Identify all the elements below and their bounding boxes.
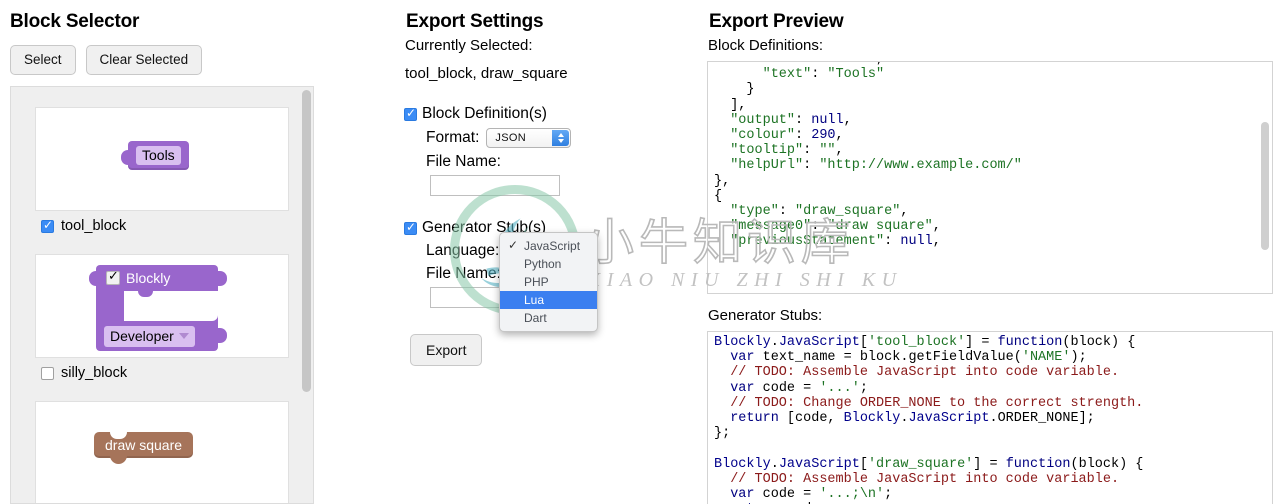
definitions-file-name-row: File Name: [404, 148, 700, 171]
block-list[interactable]: Tools tool_block [10, 86, 314, 504]
generator-stubs-code-panel[interactable]: Blockly.JavaScript['tool_block'] = funct… [707, 331, 1273, 504]
language-option-label: Python [524, 257, 562, 271]
blockly-block-draw-square[interactable]: draw square [94, 432, 194, 464]
language-option-label: PHP [524, 275, 549, 289]
block-definitions-label: Block Definition(s) [422, 105, 547, 122]
block-label-draw-square: draw square [105, 437, 183, 453]
block-row-bottom: Developer [96, 321, 227, 351]
block-field-text: Tools [136, 146, 181, 165]
language-label: Language: [426, 242, 500, 259]
language-option-label: JavaScript [524, 239, 581, 253]
block-definitions-code: "name": "NAME", "text": "Tools" } ], "ou… [714, 62, 1022, 250]
format-row: Format: JSON [404, 123, 700, 148]
format-select-value: JSON [495, 132, 526, 144]
block-definitions-row[interactable]: Block Definition(s) [404, 105, 700, 123]
block-selector-title: Block Selector [10, 11, 140, 32]
language-option-python[interactable]: Python [500, 255, 597, 273]
block-name-label: tool_block [61, 218, 127, 234]
block-label-blockly: Blockly [126, 270, 171, 286]
blockly-block-tools[interactable]: Tools [121, 141, 189, 170]
block-preview-draw-square[interactable]: draw square [35, 401, 289, 503]
generator-stubs-code: Blockly.JavaScript['tool_block'] = funct… [714, 335, 1144, 504]
block-body: draw square [94, 432, 194, 464]
definitions-file-name-input[interactable] [430, 175, 560, 196]
block-selector-panel: Block Selector Select Clear Selected Too… [8, 0, 320, 504]
language-option-javascript[interactable]: ✓ JavaScript [500, 237, 597, 255]
block-bottom-bump-icon [110, 455, 127, 464]
list-item[interactable]: Tools tool_block [11, 107, 313, 234]
block-statement-slot [124, 291, 218, 321]
block-definitions-group: Block Definition(s) Format: JSON File Na… [404, 82, 700, 196]
language-dropdown-menu[interactable]: ✓ JavaScript Python PHP Lua Dart [499, 232, 598, 332]
select-button[interactable]: Select [10, 45, 76, 75]
block-name-label: silly_block [61, 365, 128, 381]
block-dropdown-label: Developer [110, 327, 174, 344]
currently-selected-label: Currently Selected: [405, 37, 533, 54]
format-select[interactable]: JSON [486, 128, 572, 148]
clear-selected-button[interactable]: Clear Selected [85, 45, 203, 75]
chevron-down-icon [178, 333, 189, 339]
export-settings-title: Export Settings [406, 11, 544, 32]
block-definitions-preview-label: Block Definitions: [708, 37, 824, 54]
checkbox-silly-block[interactable] [41, 366, 54, 380]
export-settings-panel: Export Settings Currently Selected: tool… [404, 0, 700, 504]
language-option-label: Dart [524, 311, 547, 325]
language-option-lua[interactable]: Lua [500, 291, 597, 309]
select-stepper-icon[interactable] [552, 130, 570, 146]
chevron-down-icon [557, 139, 564, 143]
format-label: Format: [426, 129, 480, 146]
block-selector-toolbar: Select Clear Selected [8, 33, 320, 75]
generator-stubs-preview-label: Generator Stubs: [708, 307, 823, 324]
stubs-file-name-label: File Name: [426, 265, 501, 282]
block-field-dropdown[interactable]: Developer [104, 325, 195, 347]
language-option-dart[interactable]: Dart [500, 309, 597, 327]
list-item[interactable]: Blockly Developer [11, 254, 313, 381]
block-left-plug-icon [89, 271, 99, 286]
block-output-plug-icon [121, 150, 132, 165]
export-button[interactable]: Export [410, 334, 483, 366]
block-right-plug-icon [217, 271, 227, 286]
blockly-block-silly[interactable]: Blockly Developer [89, 265, 227, 351]
block-preview-silly-block[interactable]: Blockly Developer [35, 254, 289, 358]
list-item[interactable]: draw square [11, 401, 313, 503]
block-field-checkbox[interactable] [106, 268, 120, 285]
language-option-php[interactable]: PHP [500, 273, 597, 291]
export-preview-title: Export Preview [709, 11, 844, 32]
check-icon: ✓ [508, 238, 519, 252]
block-right-plug-icon [217, 328, 227, 343]
block-list-row-tool-block[interactable]: tool_block [11, 211, 313, 234]
chevron-up-icon [557, 133, 564, 137]
language-option-label: Lua [524, 293, 545, 307]
block-row-top: Blockly [89, 265, 227, 291]
block-row-statement [96, 291, 218, 321]
definitions-file-name-label: File Name: [426, 153, 501, 170]
block-list-row-silly-block[interactable]: silly_block [11, 358, 313, 381]
block-preview-tool-block[interactable]: Tools [35, 107, 289, 211]
export-preview-panel: Export Preview Block Definitions: "name"… [707, 0, 1273, 504]
block-definitions-code-panel[interactable]: "name": "NAME", "text": "Tools" } ], "ou… [707, 61, 1273, 294]
checkbox-generator-stubs[interactable] [404, 220, 417, 235]
checkbox-tool-block[interactable] [41, 218, 54, 233]
currently-selected-value: tool_block, draw_square [405, 65, 568, 82]
checkbox-block-definitions[interactable] [404, 106, 417, 121]
block-body: Tools [128, 141, 189, 170]
block-definitions-scroll-thumb[interactable] [1261, 122, 1269, 250]
